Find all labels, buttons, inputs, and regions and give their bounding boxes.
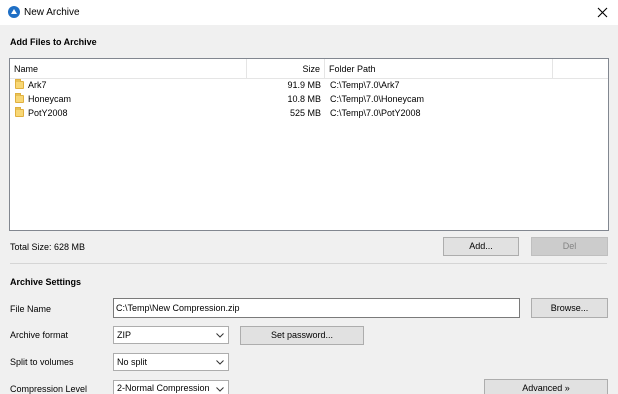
add-files-heading: Add Files to Archive	[10, 37, 97, 47]
archive-format-value: ZIP	[117, 330, 132, 340]
folder-icon	[15, 79, 24, 89]
close-icon	[597, 7, 608, 18]
set-password-button[interactable]: Set password...	[240, 326, 364, 345]
total-size: Total Size: 628 MB	[10, 242, 86, 252]
list-item[interactable]: Honeycam 10.8 MB C:\Temp\7.0\Honeycam	[10, 93, 608, 106]
title-bar: New Archive	[0, 0, 618, 25]
column-header-size[interactable]: Size	[247, 59, 325, 79]
window-title: New Archive	[24, 7, 80, 18]
item-name: Ark7	[28, 80, 47, 90]
column-header-folder-path[interactable]: Folder Path	[325, 59, 553, 79]
item-size: 10.8 MB	[287, 94, 321, 104]
section-divider	[10, 263, 607, 264]
item-folder-path: C:\Temp\7.0\Ark7	[330, 80, 400, 90]
file-list[interactable]: Name Size Folder Path Ark7 91.9 MB C:\Te…	[9, 58, 609, 231]
advanced-button[interactable]: Advanced »	[484, 379, 608, 394]
split-volumes-label: Split to volumes	[10, 357, 74, 367]
archive-format-select[interactable]: ZIP	[113, 326, 229, 344]
list-item[interactable]: PotY2008 525 MB C:\Temp\7.0\PotY2008	[10, 107, 608, 120]
file-list-header: Name Size Folder Path	[10, 59, 608, 79]
close-button[interactable]	[588, 0, 618, 25]
compression-level-select[interactable]: 2-Normal Compression	[113, 380, 229, 394]
file-name-label: File Name	[10, 304, 52, 314]
file-name-input[interactable]: C:\Temp\New Compression.zip	[113, 298, 520, 318]
column-header-name[interactable]: Name	[10, 59, 247, 79]
archive-format-label: Archive format	[10, 330, 69, 340]
chevron-down-icon	[216, 387, 224, 392]
item-folder-path: C:\Temp\7.0\Honeycam	[330, 94, 425, 104]
item-name: PotY2008	[28, 108, 68, 118]
chevron-down-icon	[216, 333, 224, 338]
compression-level-label: Compression Level	[10, 384, 88, 394]
split-volumes-select[interactable]: No split	[113, 353, 229, 371]
folder-icon	[15, 107, 24, 117]
split-volumes-value: No split	[117, 357, 148, 367]
list-item[interactable]: Ark7 91.9 MB C:\Temp\7.0\Ark7	[10, 79, 608, 92]
browse-button[interactable]: Browse...	[531, 298, 608, 318]
item-size: 525 MB	[289, 108, 321, 118]
folder-icon	[15, 93, 24, 103]
chevron-down-icon	[216, 360, 224, 365]
item-folder-path: C:\Temp\7.0\PotY2008	[330, 108, 421, 118]
archive-settings-heading: Archive Settings	[10, 277, 82, 287]
del-button[interactable]: Del	[531, 237, 608, 256]
app-icon	[8, 6, 20, 18]
compression-level-value: 2-Normal Compression	[117, 383, 210, 393]
item-size: 91.9 MB	[287, 80, 321, 90]
add-button[interactable]: Add...	[443, 237, 519, 256]
column-header-empty	[553, 59, 608, 79]
item-name: Honeycam	[28, 94, 72, 104]
